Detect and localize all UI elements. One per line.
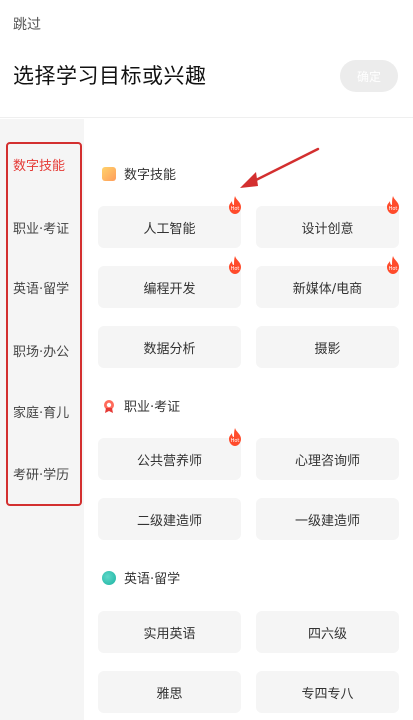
chip-label: 雅思 [156, 686, 183, 702]
sidebar-item-label: 职业·考证 [13, 221, 70, 237]
chip-label: 实用英语 [143, 626, 196, 642]
chip-counselor[interactable]: 心理咨询师 [256, 438, 399, 480]
skill-icon [102, 166, 116, 181]
hot-badge-icon: Hot [387, 196, 399, 214]
chip-tem[interactable]: 专四专八 [256, 671, 399, 713]
page-title: 选择学习目标或兴趣 [13, 64, 207, 88]
category-sidebar: 数字技能 职业·考证 英语·留学 职场·办公 家庭·育儿 考研·学历 [0, 119, 84, 720]
certificate-icon [104, 399, 114, 413]
interest-content: 数字技能 人工智能 Hot 设计创意 Hot 编程开发 Hot 新媒体/电商 H… [84, 119, 413, 720]
sidebar-item-label: 英语·留学 [13, 281, 70, 297]
svg-text:Hot: Hot [231, 266, 240, 272]
chip-label: 摄影 [314, 341, 341, 357]
svg-text:Hot: Hot [389, 206, 398, 212]
sidebar-item-workplace-office[interactable]: 职场·办公 [0, 330, 84, 370]
section-title: 数字技能 [124, 168, 177, 183]
hot-badge-icon: Hot [229, 256, 241, 274]
sidebar-item-label: 数字技能 [13, 158, 66, 174]
chip-photography[interactable]: 摄影 [256, 326, 399, 368]
confirm-button[interactable]: 确定 [340, 60, 398, 92]
hot-badge-icon: Hot [229, 196, 241, 214]
chip-design[interactable]: 设计创意 Hot [256, 196, 399, 248]
chip-label: 专四专八 [301, 686, 354, 702]
sidebar-item-label: 家庭·育儿 [13, 405, 70, 421]
chip-label: 一级建造师 [294, 513, 360, 529]
section-title: 英语·留学 [124, 572, 181, 587]
chip-ai[interactable]: 人工智能 Hot [98, 196, 241, 248]
sidebar-item-postgrad-degree[interactable]: 考研·学历 [0, 453, 84, 493]
chip-label: 设计创意 [301, 221, 354, 237]
chip-level2-constructor[interactable]: 二级建造师 [98, 498, 241, 540]
sidebar-item-label: 考研·学历 [13, 467, 70, 483]
section-header-career-cert: 职业·考证 [102, 396, 180, 415]
hot-badge-icon: Hot [387, 256, 399, 274]
chip-label: 公共营养师 [136, 453, 202, 469]
chip-label: 数据分析 [143, 341, 196, 357]
chip-programming[interactable]: 编程开发 Hot [98, 256, 241, 308]
sidebar-item-english-study-abroad[interactable]: 英语·留学 [0, 267, 84, 307]
chip-cet[interactable]: 四六级 [256, 611, 399, 653]
chip-label: 编程开发 [143, 281, 196, 297]
chip-nutritionist[interactable]: 公共营养师 Hot [98, 428, 241, 480]
section-header-digital-skills: 数字技能 [102, 164, 176, 183]
section-title: 职业·考证 [124, 400, 181, 415]
svg-text:Hot: Hot [389, 266, 398, 272]
svg-text:Hot: Hot [231, 438, 240, 444]
language-icon [102, 570, 116, 585]
chip-level1-constructor[interactable]: 一级建造师 [256, 498, 399, 540]
chip-label: 人工智能 [143, 221, 196, 237]
chip-label: 二级建造师 [136, 513, 202, 529]
svg-text:Hot: Hot [231, 206, 240, 212]
chip-new-media[interactable]: 新媒体/电商 Hot [256, 256, 399, 308]
chip-label: 心理咨询师 [294, 453, 360, 469]
chip-ielts[interactable]: 雅思 [98, 671, 241, 713]
sidebar-item-digital-skills[interactable]: 数字技能 [0, 144, 84, 184]
chip-label: 新媒体/电商 [292, 281, 363, 297]
chip-practical-english[interactable]: 实用英语 [98, 611, 241, 653]
chip-data-analysis[interactable]: 数据分析 [98, 326, 241, 368]
sidebar-item-label: 职场·办公 [13, 344, 70, 360]
header: 跳过 选择学习目标或兴趣 确定 [0, 0, 413, 118]
section-header-english: 英语·留学 [102, 568, 180, 587]
skip-link[interactable]: 跳过 [13, 14, 41, 34]
hot-badge-icon: Hot [229, 428, 241, 446]
sidebar-item-career-cert[interactable]: 职业·考证 [0, 207, 84, 247]
chip-label: 四六级 [307, 626, 347, 642]
sidebar-item-family-parenting[interactable]: 家庭·育儿 [0, 391, 84, 431]
